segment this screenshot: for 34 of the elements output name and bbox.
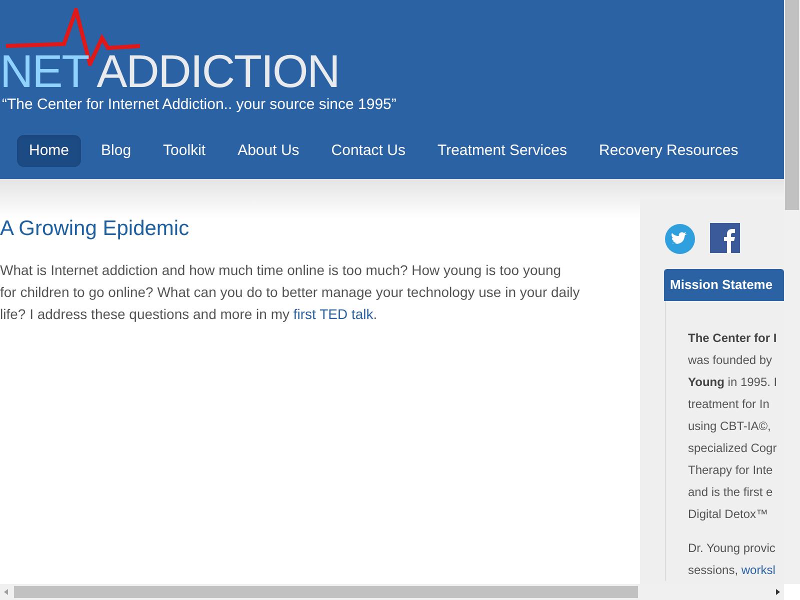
article-title: A Growing Epidemic <box>0 216 190 242</box>
scroll-right-icon[interactable] <box>774 588 782 596</box>
scroll-left-icon[interactable] <box>2 588 10 596</box>
nav-link[interactable]: Treatment Services <box>425 134 579 167</box>
mission-text-line: Digital Detox™ <box>688 506 768 523</box>
mission-text-line: Therapy for Inte <box>688 462 773 479</box>
facebook-icon[interactable] <box>710 223 740 253</box>
mission-text-line: Young in 1995. I <box>688 374 778 391</box>
scroll-thumb[interactable] <box>785 0 799 210</box>
article-text: What is Internet addiction and how much time online is too much? How young is too young for children to go online? What can you do to better manage your technology use in your daily life? I address these questions and more in my first TED talk. <box>0 261 580 324</box>
nav-link[interactable]: Recovery Resources <box>586 134 750 167</box>
mission-text-line: specialized Cogr <box>688 440 777 457</box>
logo-word: ADDICTION <box>96 46 340 96</box>
nav-link[interactable]: Toolkit <box>151 134 218 167</box>
nav-link[interactable]: About Us <box>226 134 312 167</box>
mission-text-line: Dr. Young provic <box>688 540 776 557</box>
mission-text-line: treatment for In <box>688 396 770 413</box>
vertical-scrollbar[interactable] <box>784 0 800 584</box>
mission-text-line: The Center for I <box>688 330 777 347</box>
logo-word: NET <box>0 46 89 96</box>
nav-link[interactable]: Contact Us <box>319 134 418 167</box>
nav-link[interactable]: Blog <box>89 134 144 167</box>
twitter-icon[interactable] <box>664 223 696 255</box>
mission-heading: Mission Stateme <box>664 269 784 301</box>
scroll-thumb[interactable] <box>14 586 638 598</box>
mission-text-line: sessions, worksl <box>688 562 776 579</box>
ted-talk-link[interactable]: first TED talk <box>293 306 374 322</box>
horizontal-scrollbar[interactable] <box>0 584 784 600</box>
tagline: “The Center for Internet Addiction.. your source since 1995” <box>1 95 396 115</box>
nav-link[interactable]: Home <box>17 134 82 167</box>
mission-text-line: was founded by <box>688 352 772 369</box>
link[interactable]: worksl <box>741 563 776 577</box>
mission-text-line: using CBT-IA©, <box>688 418 771 435</box>
mission-text-line: and is the first e <box>688 484 773 501</box>
